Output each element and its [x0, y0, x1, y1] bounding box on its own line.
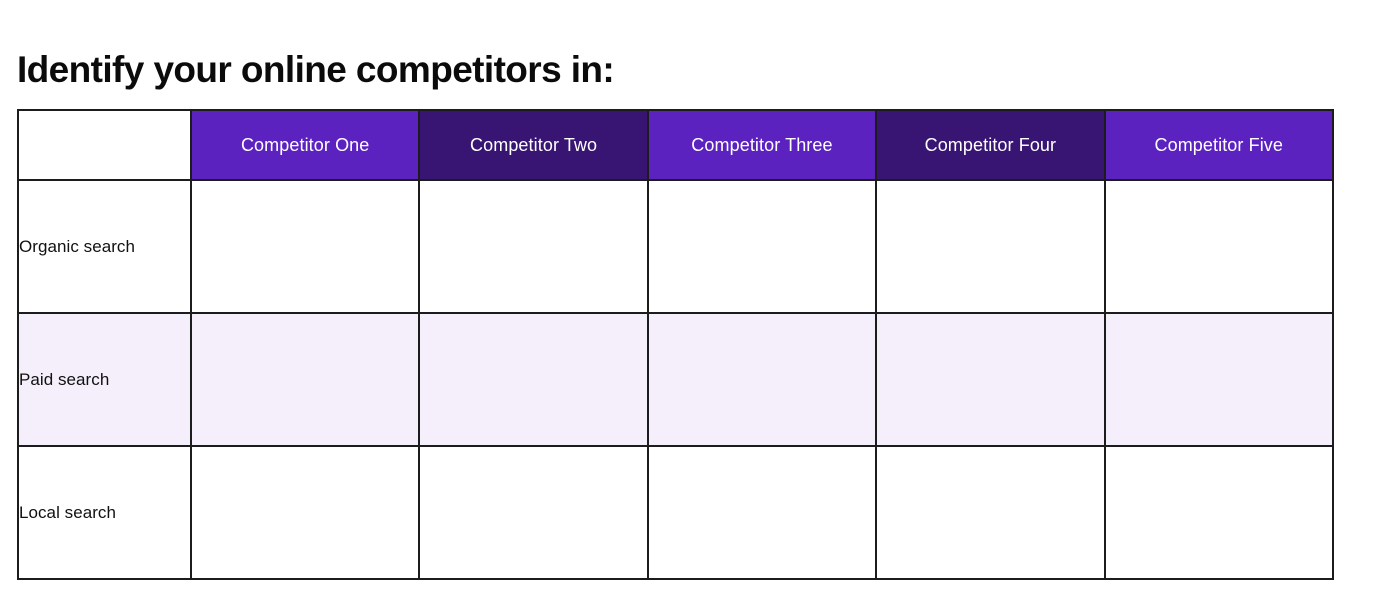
row-label-local-search: Local search	[17, 445, 192, 580]
entry-cell-local-competitor-four[interactable]	[875, 445, 1106, 580]
entry-cell-local-competitor-one[interactable]	[189, 445, 421, 580]
entry-cell-local-competitor-five[interactable]	[1103, 445, 1334, 580]
competitor-table: Competitor One Competitor Two Competitor…	[17, 109, 1334, 580]
column-header-competitor-four: Competitor Four	[875, 109, 1106, 181]
row-label-paid-search: Paid search	[17, 312, 192, 447]
column-header-competitor-five: Competitor Five	[1103, 109, 1334, 181]
table-header: Competitor One Competitor Two Competitor…	[17, 109, 1334, 181]
entry-cell-paid-competitor-five[interactable]	[1103, 312, 1334, 447]
table-corner-cell	[17, 109, 192, 181]
entry-cell-organic-competitor-three[interactable]	[646, 179, 878, 314]
entry-cell-organic-competitor-five[interactable]	[1103, 179, 1334, 314]
table-row: Paid search	[17, 312, 1334, 447]
entry-cell-paid-competitor-four[interactable]	[875, 312, 1106, 447]
table-body: Organic search Paid search Local search	[17, 179, 1334, 580]
entry-cell-local-competitor-two[interactable]	[418, 445, 649, 580]
table-header-row: Competitor One Competitor Two Competitor…	[17, 109, 1334, 181]
entry-cell-paid-competitor-three[interactable]	[646, 312, 878, 447]
table-row: Local search	[17, 445, 1334, 580]
competitor-table-container: Competitor One Competitor Two Competitor…	[17, 109, 1334, 580]
entry-cell-local-competitor-three[interactable]	[646, 445, 878, 580]
row-label-organic-search: Organic search	[17, 179, 192, 314]
column-header-competitor-three: Competitor Three	[646, 109, 878, 181]
entry-cell-paid-competitor-two[interactable]	[418, 312, 649, 447]
entry-cell-organic-competitor-one[interactable]	[189, 179, 421, 314]
column-header-competitor-two: Competitor Two	[418, 109, 649, 181]
worksheet-page: Identify your online competitors in: Com…	[0, 0, 1388, 592]
entry-cell-organic-competitor-four[interactable]	[875, 179, 1106, 314]
page-title: Identify your online competitors in:	[17, 48, 615, 90]
entry-cell-paid-competitor-one[interactable]	[189, 312, 421, 447]
table-row: Organic search	[17, 179, 1334, 314]
entry-cell-organic-competitor-two[interactable]	[418, 179, 649, 314]
column-header-competitor-one: Competitor One	[189, 109, 421, 181]
